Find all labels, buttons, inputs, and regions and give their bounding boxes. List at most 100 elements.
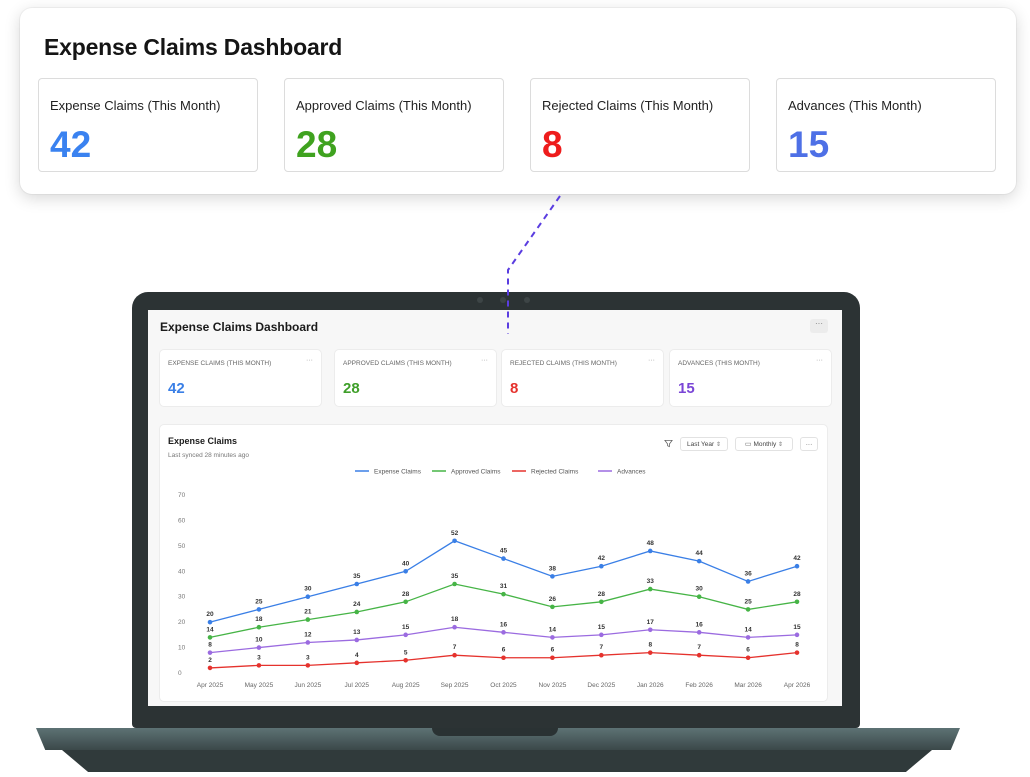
dashboard-summary-card: Expense Claims Dashboard Expense Claims … bbox=[20, 8, 1016, 194]
data-label: 7 bbox=[697, 644, 701, 651]
data-label: 24 bbox=[353, 601, 361, 608]
data-label: 40 bbox=[402, 560, 410, 567]
data-point bbox=[452, 538, 457, 544]
data-label: 38 bbox=[549, 565, 557, 572]
legend-label: Approved Claims bbox=[451, 469, 501, 476]
data-point bbox=[599, 563, 604, 569]
y-tick-label: 40 bbox=[178, 568, 186, 575]
data-label: 17 bbox=[647, 619, 655, 626]
data-point bbox=[354, 581, 360, 587]
data-label: 3 bbox=[257, 654, 261, 661]
kpi-more-icon[interactable]: ··· bbox=[481, 357, 488, 364]
screen-kpi-expense-claims[interactable]: EXPENSE CLAIMS (THIS MONTH) ··· 42 bbox=[159, 349, 322, 407]
data-label: 8 bbox=[648, 642, 652, 649]
data-label: 15 bbox=[793, 624, 801, 631]
data-point bbox=[207, 665, 213, 671]
data-label: 6 bbox=[502, 647, 506, 654]
data-label: 6 bbox=[746, 647, 750, 654]
data-point bbox=[452, 581, 457, 587]
kpi-label: Approved Claims (This Month) bbox=[296, 98, 472, 113]
data-point bbox=[256, 663, 262, 668]
legend-label: Advances bbox=[617, 469, 646, 476]
more-options-button[interactable]: ··· bbox=[810, 319, 828, 333]
kpi-value: 28 bbox=[296, 124, 338, 165]
kpi-more-icon[interactable]: ··· bbox=[648, 357, 655, 364]
data-point bbox=[403, 632, 408, 638]
data-point bbox=[745, 635, 751, 640]
kpi-more-icon[interactable]: ··· bbox=[816, 357, 823, 364]
screen-kpi-rejected-claims[interactable]: REJECTED CLAIMS (THIS MONTH) ··· 8 bbox=[501, 349, 664, 407]
data-label: 5 bbox=[404, 649, 408, 656]
data-point bbox=[599, 599, 604, 605]
data-point bbox=[452, 652, 457, 658]
data-label: 36 bbox=[744, 570, 752, 577]
x-tick-label: Mar 2026 bbox=[734, 682, 762, 689]
x-tick-label: May 2025 bbox=[245, 682, 274, 689]
data-label: 35 bbox=[451, 573, 459, 580]
kpi-more-icon[interactable]: ··· bbox=[306, 357, 313, 364]
camera-icon bbox=[500, 297, 506, 303]
screen-kpi-advances[interactable]: ADVANCES (THIS MONTH) ··· 15 bbox=[669, 349, 832, 407]
data-point bbox=[403, 657, 408, 663]
data-label: 28 bbox=[598, 591, 606, 598]
data-label: 42 bbox=[598, 555, 606, 562]
data-point bbox=[794, 632, 800, 638]
data-label: 15 bbox=[402, 624, 410, 631]
data-label: 3 bbox=[306, 654, 310, 661]
kpi-label: APPROVED CLAIMS (THIS MONTH) bbox=[343, 360, 452, 367]
kpi-value: 15 bbox=[678, 380, 695, 397]
x-tick-label: Jan 2026 bbox=[637, 682, 664, 689]
screen-page-title: Expense Claims Dashboard bbox=[160, 320, 319, 334]
data-point bbox=[794, 563, 800, 569]
data-point bbox=[501, 630, 506, 635]
x-tick-label: Apr 2026 bbox=[784, 682, 811, 689]
data-point bbox=[647, 650, 653, 655]
data-point bbox=[647, 627, 653, 633]
data-label: 30 bbox=[304, 586, 312, 593]
data-label: 10 bbox=[255, 637, 263, 644]
data-point bbox=[207, 619, 213, 625]
kpi-card-expense-claims[interactable]: Expense Claims (This Month) 42 bbox=[38, 78, 258, 172]
data-label: 8 bbox=[795, 642, 799, 649]
kpi-value: 8 bbox=[542, 124, 563, 165]
data-label: 30 bbox=[696, 586, 704, 593]
x-tick-label: Oct 2025 bbox=[490, 682, 517, 689]
y-tick-label: 0 bbox=[178, 670, 182, 677]
data-label: 25 bbox=[255, 598, 263, 605]
x-tick-label: Jun 2025 bbox=[294, 682, 321, 689]
data-point bbox=[305, 663, 311, 668]
data-point bbox=[696, 594, 702, 600]
screen-kpi-approved-claims[interactable]: APPROVED CLAIMS (THIS MONTH) ··· 28 bbox=[334, 349, 497, 407]
kpi-value: 42 bbox=[168, 380, 185, 397]
data-label: 14 bbox=[744, 626, 752, 633]
data-point bbox=[207, 635, 213, 640]
kpi-label: Rejected Claims (This Month) bbox=[542, 98, 714, 113]
kpi-card-approved-claims[interactable]: Approved Claims (This Month) 28 bbox=[284, 78, 504, 172]
y-tick-label: 50 bbox=[178, 543, 186, 550]
y-tick-label: 60 bbox=[178, 517, 186, 524]
data-point bbox=[501, 655, 506, 661]
x-tick-label: Dec 2025 bbox=[587, 682, 615, 689]
data-label: 4 bbox=[355, 652, 359, 659]
kpi-card-rejected-claims[interactable]: Rejected Claims (This Month) 8 bbox=[530, 78, 750, 172]
data-point bbox=[256, 624, 262, 630]
line-chart: 0 10 20 30 40 50 60 70 Apr 2025 May 2025 Jun 2025 J… bbox=[178, 469, 811, 690]
kpi-value: 15 bbox=[788, 124, 830, 165]
data-point bbox=[794, 599, 800, 605]
kpi-card-advances[interactable]: Advances (This Month) 15 bbox=[776, 78, 996, 172]
data-point bbox=[696, 652, 702, 658]
data-point bbox=[501, 556, 506, 561]
data-point bbox=[745, 579, 751, 584]
data-point bbox=[354, 637, 360, 643]
data-point bbox=[305, 594, 311, 600]
data-point bbox=[550, 635, 555, 640]
data-label: 20 bbox=[206, 611, 214, 618]
data-label: 28 bbox=[793, 591, 801, 598]
data-point bbox=[403, 599, 408, 605]
data-label: 18 bbox=[255, 616, 263, 623]
y-tick-label: 30 bbox=[178, 594, 186, 601]
data-point bbox=[647, 586, 653, 592]
data-point bbox=[794, 650, 800, 655]
data-label: 35 bbox=[353, 573, 361, 580]
data-point bbox=[403, 568, 408, 574]
